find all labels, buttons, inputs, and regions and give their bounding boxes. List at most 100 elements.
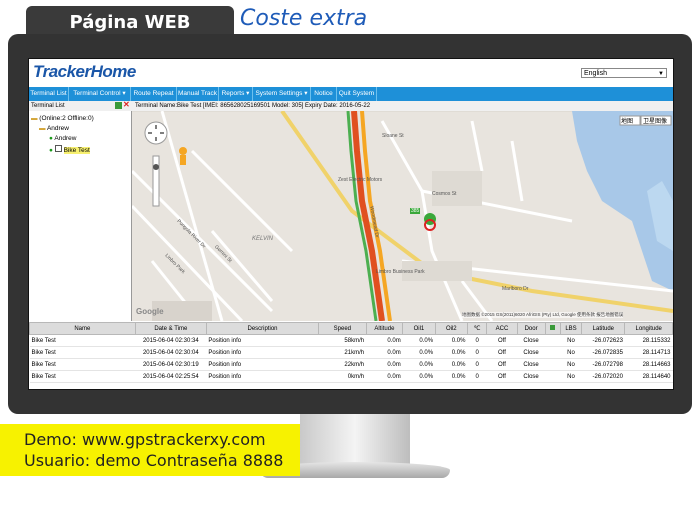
cell-altitude: 0.0m (366, 346, 403, 359)
map-canvas (132, 111, 673, 321)
cell-lbs: No (560, 334, 582, 347)
cell-datetime: 2015-06-04 02:25:54 (135, 370, 207, 383)
cell-oil1: 0.0% (402, 370, 436, 383)
cell-latitude: -26.072020 (581, 370, 625, 383)
table-row[interactable]: Bike Test 2015-06-04 02:30:04 Position i… (29, 346, 673, 359)
terminal-tree: ▬ (Online:2 Offline:0) ▬ Andrew ● Andrew… (29, 111, 132, 321)
cell-acc: Off (486, 334, 518, 347)
cell-speed: 0km/h (318, 370, 367, 383)
cell-acc: Off (486, 370, 518, 383)
language-select[interactable]: English ▼ (581, 68, 667, 78)
cell-empty (545, 346, 561, 359)
map-view-button[interactable]: 地图 (621, 116, 633, 125)
cell-datetime: 2015-06-04 02:30:04 (135, 346, 207, 359)
google-logo: Google (136, 307, 164, 316)
cell-temp: 0 (467, 334, 487, 347)
extra-cost-label: Coste extra (240, 6, 368, 31)
table-row[interactable]: Bike Test 2015-06-04 02:25:54 Position i… (29, 370, 673, 383)
column-header[interactable]: ACC (486, 322, 518, 335)
web-page-label: Página WEB (69, 12, 191, 33)
cell-longitude: 28.115332 (624, 334, 673, 347)
cell-acc: Off (486, 358, 518, 371)
cell-oil1: 0.0% (402, 346, 436, 359)
table-row[interactable]: Bike Test 2015-06-04 02:30:34 Position i… (29, 334, 673, 347)
cell-latitude: -26.072623 (581, 334, 625, 347)
demo-credentials-box: Demo: www.gpstrackerxy.com Usuario: demo… (0, 424, 300, 476)
street-view-pegman-icon[interactable] (178, 146, 188, 166)
nav-reports-label: Reports (221, 90, 245, 97)
tree-group-label: Andrew (46, 125, 69, 132)
cell-oil1: 0.0% (402, 358, 436, 371)
chevron-down-icon: ▼ (658, 71, 664, 77)
checkbox-icon[interactable] (54, 145, 62, 152)
vehicle-marker-icon[interactable] (422, 211, 438, 231)
column-header[interactable]: Latitude (581, 322, 626, 335)
position-table: Name Date & Time Description Speed Altit… (29, 322, 673, 383)
column-header[interactable]: Oil1 (402, 322, 436, 335)
pan-control-icon[interactable] (145, 122, 167, 144)
folder-icon: ▬ (39, 125, 46, 132)
cell-oil2: 0.0% (435, 334, 468, 347)
nav-quit-system[interactable]: Quit System (337, 87, 377, 101)
zoom-slider[interactable] (153, 156, 159, 206)
nav-system-settings[interactable]: System Settings ▾ (253, 87, 311, 101)
language-value: English (584, 70, 607, 77)
nav-route-repeat[interactable]: Route Repeat (131, 87, 177, 101)
column-header[interactable]: Longitude (624, 322, 673, 335)
column-header[interactable]: ℃ (466, 322, 488, 335)
nav-manual-track[interactable]: Manual Track (177, 87, 219, 101)
column-header[interactable]: Oil2 (434, 322, 468, 335)
cell-door: Close (517, 334, 546, 347)
app-logo: TrackerHome (33, 62, 136, 81)
refresh-icon[interactable] (115, 102, 122, 109)
terminal-list-title: Terminal List (31, 103, 65, 109)
tree-group[interactable]: ▬ Andrew (39, 125, 69, 132)
tree-device-bike-test[interactable]: ● Bike Test (49, 145, 90, 154)
online-dot-icon: ● (49, 147, 53, 154)
app-screen: TrackerHome English ▼ Terminal List Termi… (28, 58, 674, 390)
map-label: Zest Electric Motors (338, 177, 383, 183)
column-header[interactable]: Door (516, 322, 546, 335)
column-header[interactable]: Speed (318, 322, 367, 335)
cell-lbs: No (560, 358, 582, 371)
column-header[interactable]: Date & Time (134, 322, 207, 335)
nav-terminal-list[interactable]: Terminal List (29, 87, 69, 101)
tree-root[interactable]: ▬ (Online:2 Offline:0) (31, 115, 94, 122)
cell-empty (545, 370, 561, 383)
column-header[interactable]: Name (29, 322, 136, 335)
folder-icon: ▬ (31, 115, 38, 122)
column-header-icon[interactable] (544, 322, 561, 335)
cell-description: Position info (206, 334, 319, 347)
cell-name: Bike Test (29, 346, 136, 359)
cell-longitude: 28.114713 (624, 346, 673, 359)
nav-terminal-control[interactable]: Terminal Control ▾ (69, 87, 131, 101)
column-header[interactable]: LBS (559, 322, 583, 335)
marker-label: 385 (410, 208, 421, 214)
cell-description: Position info (206, 370, 319, 383)
nav-reports[interactable]: Reports ▾ (219, 87, 253, 101)
online-status: Online:2 Offline:0) (41, 115, 94, 122)
column-header[interactable]: Altitude (365, 322, 404, 335)
cell-oil2: 0.0% (435, 346, 468, 359)
map-label: Sloane St (382, 133, 404, 139)
cell-longitude: 28.114640 (624, 370, 673, 383)
cell-temp: 0 (467, 346, 487, 359)
cell-lbs: No (560, 370, 582, 383)
column-header[interactable]: Description (205, 322, 320, 335)
close-icon[interactable]: ✕ (123, 100, 130, 110)
nav-notice[interactable]: Notice (311, 87, 337, 101)
cell-empty (545, 334, 561, 347)
cell-name: Bike Test (29, 358, 136, 371)
nav-terminal-control-label: Terminal Control (73, 90, 121, 97)
cell-speed: 58km/h (318, 334, 367, 347)
app-header: TrackerHome English ▼ (29, 59, 673, 85)
terminal-info-text: Terminal Name:Bike Test [IMEI: 865628025… (135, 103, 371, 109)
table-row[interactable]: Bike Test 2015-06-04 02:30:19 Position i… (29, 358, 673, 371)
cell-name: Bike Test (29, 370, 136, 383)
map-copyright[interactable]: 地图数据 ©2015 GS(2011)6020 AfriGIS (Pty) Lt… (462, 312, 624, 318)
map-view[interactable]: 地图 卫星图像 385 Zest Electric Motors Limbro … (132, 111, 673, 321)
tree-device-andrew[interactable]: ● Andrew (49, 135, 76, 142)
cell-altitude: 0.0m (366, 334, 403, 347)
cell-longitude: 28.114663 (624, 358, 673, 371)
satellite-view-button[interactable]: 卫星图像 (643, 116, 667, 125)
